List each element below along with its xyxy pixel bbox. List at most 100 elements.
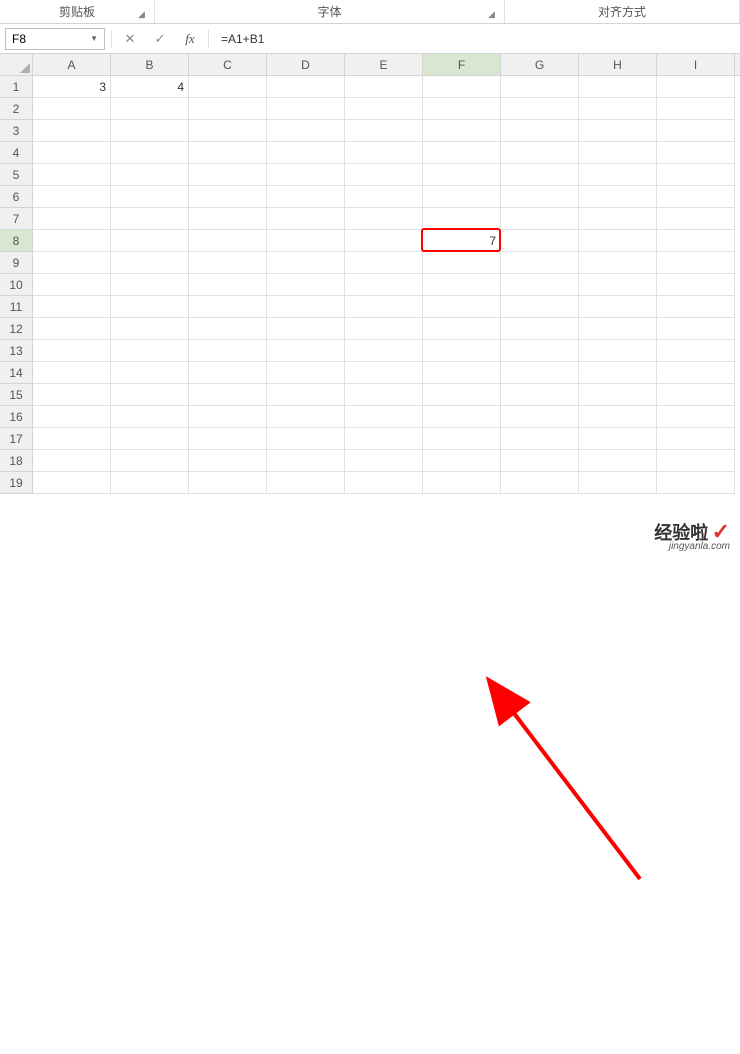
cell-F17[interactable] xyxy=(423,428,501,450)
cell-A9[interactable] xyxy=(33,252,111,274)
cell-D11[interactable] xyxy=(267,296,345,318)
cell-D2[interactable] xyxy=(267,98,345,120)
cell-D17[interactable] xyxy=(267,428,345,450)
cell-H17[interactable] xyxy=(579,428,657,450)
cell-A12[interactable] xyxy=(33,318,111,340)
cell-F14[interactable] xyxy=(423,362,501,384)
cell-B18[interactable] xyxy=(111,450,189,472)
cell-F15[interactable] xyxy=(423,384,501,406)
cell-I11[interactable] xyxy=(657,296,735,318)
cell-C11[interactable] xyxy=(189,296,267,318)
formula-input[interactable] xyxy=(215,28,735,50)
cell-C18[interactable] xyxy=(189,450,267,472)
cell-E5[interactable] xyxy=(345,164,423,186)
cell-C3[interactable] xyxy=(189,120,267,142)
select-all-corner[interactable] xyxy=(0,54,33,76)
cell-C6[interactable] xyxy=(189,186,267,208)
cell-H8[interactable] xyxy=(579,230,657,252)
cell-B5[interactable] xyxy=(111,164,189,186)
cell-G14[interactable] xyxy=(501,362,579,384)
cell-B12[interactable] xyxy=(111,318,189,340)
cell-B9[interactable] xyxy=(111,252,189,274)
cell-I8[interactable] xyxy=(657,230,735,252)
cell-F6[interactable] xyxy=(423,186,501,208)
cell-A4[interactable] xyxy=(33,142,111,164)
cell-E6[interactable] xyxy=(345,186,423,208)
cell-A8[interactable] xyxy=(33,230,111,252)
cell-B1[interactable]: 4 xyxy=(111,76,189,98)
cell-G10[interactable] xyxy=(501,274,579,296)
cell-B14[interactable] xyxy=(111,362,189,384)
row-header-2[interactable]: 2 xyxy=(0,98,33,120)
cell-D3[interactable] xyxy=(267,120,345,142)
cell-B19[interactable] xyxy=(111,472,189,494)
cell-H9[interactable] xyxy=(579,252,657,274)
cell-I18[interactable] xyxy=(657,450,735,472)
row-header-12[interactable]: 12 xyxy=(0,318,33,340)
cell-C14[interactable] xyxy=(189,362,267,384)
cell-D8[interactable] xyxy=(267,230,345,252)
cell-G18[interactable] xyxy=(501,450,579,472)
cell-B8[interactable] xyxy=(111,230,189,252)
cell-B4[interactable] xyxy=(111,142,189,164)
cell-I13[interactable] xyxy=(657,340,735,362)
row-header-3[interactable]: 3 xyxy=(0,120,33,142)
cell-I15[interactable] xyxy=(657,384,735,406)
cell-D12[interactable] xyxy=(267,318,345,340)
cell-B6[interactable] xyxy=(111,186,189,208)
cell-C19[interactable] xyxy=(189,472,267,494)
cell-B16[interactable] xyxy=(111,406,189,428)
dialog-launcher-icon[interactable]: ◢ xyxy=(488,9,500,21)
name-box[interactable]: F8 ▼ xyxy=(5,28,105,50)
cell-G11[interactable] xyxy=(501,296,579,318)
cell-A11[interactable] xyxy=(33,296,111,318)
dialog-launcher-icon[interactable]: ◢ xyxy=(138,9,150,21)
column-header-D[interactable]: D xyxy=(267,54,345,75)
cell-F11[interactable] xyxy=(423,296,501,318)
cell-F4[interactable] xyxy=(423,142,501,164)
cell-E3[interactable] xyxy=(345,120,423,142)
cell-B11[interactable] xyxy=(111,296,189,318)
cell-H16[interactable] xyxy=(579,406,657,428)
cell-E11[interactable] xyxy=(345,296,423,318)
cell-D7[interactable] xyxy=(267,208,345,230)
cell-G2[interactable] xyxy=(501,98,579,120)
cell-E15[interactable] xyxy=(345,384,423,406)
cell-C1[interactable] xyxy=(189,76,267,98)
column-header-F[interactable]: F xyxy=(423,54,501,75)
cell-I3[interactable] xyxy=(657,120,735,142)
cell-D9[interactable] xyxy=(267,252,345,274)
column-header-E[interactable]: E xyxy=(345,54,423,75)
cell-B17[interactable] xyxy=(111,428,189,450)
row-header-18[interactable]: 18 xyxy=(0,450,33,472)
cell-F1[interactable] xyxy=(423,76,501,98)
cell-E19[interactable] xyxy=(345,472,423,494)
cell-H4[interactable] xyxy=(579,142,657,164)
cell-I14[interactable] xyxy=(657,362,735,384)
cell-H5[interactable] xyxy=(579,164,657,186)
cell-B13[interactable] xyxy=(111,340,189,362)
cell-I6[interactable] xyxy=(657,186,735,208)
cell-E1[interactable] xyxy=(345,76,423,98)
cell-A3[interactable] xyxy=(33,120,111,142)
cell-E8[interactable] xyxy=(345,230,423,252)
cell-I16[interactable] xyxy=(657,406,735,428)
cell-A16[interactable] xyxy=(33,406,111,428)
cell-G1[interactable] xyxy=(501,76,579,98)
cell-D19[interactable] xyxy=(267,472,345,494)
cell-H14[interactable] xyxy=(579,362,657,384)
cell-G8[interactable] xyxy=(501,230,579,252)
column-header-I[interactable]: I xyxy=(657,54,735,75)
cell-I2[interactable] xyxy=(657,98,735,120)
column-header-B[interactable]: B xyxy=(111,54,189,75)
row-header-8[interactable]: 8 xyxy=(0,230,33,252)
column-header-H[interactable]: H xyxy=(579,54,657,75)
row-header-16[interactable]: 16 xyxy=(0,406,33,428)
cell-I4[interactable] xyxy=(657,142,735,164)
cell-D1[interactable] xyxy=(267,76,345,98)
cell-A13[interactable] xyxy=(33,340,111,362)
fx-icon[interactable]: fx xyxy=(178,28,202,50)
cell-A15[interactable] xyxy=(33,384,111,406)
row-header-6[interactable]: 6 xyxy=(0,186,33,208)
cell-E17[interactable] xyxy=(345,428,423,450)
